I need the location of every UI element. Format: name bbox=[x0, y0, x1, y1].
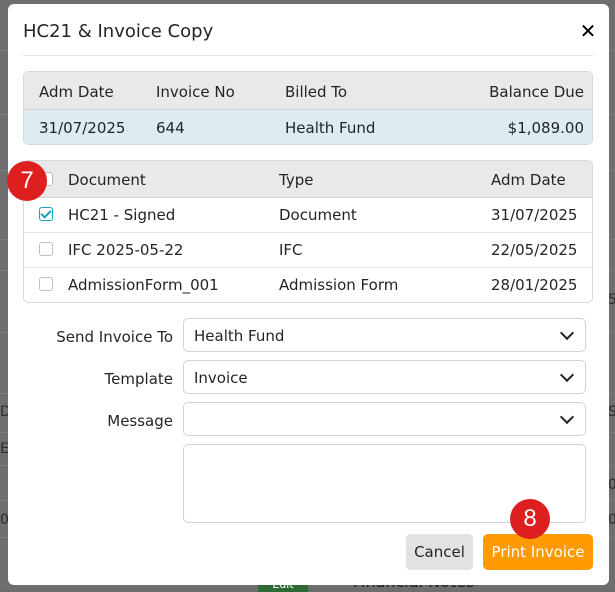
step-badge-7: 7 bbox=[7, 161, 47, 201]
table-row[interactable]: IFC 2025-05-22 IFC 22/05/2025 bbox=[24, 233, 592, 268]
bg-fragment: 5 bbox=[608, 292, 615, 308]
header-adm-date: Adm Date bbox=[39, 83, 114, 101]
row-checkbox[interactable] bbox=[39, 242, 53, 256]
modal-title: HC21 & Invoice Copy bbox=[23, 21, 214, 42]
document-name: HC21 - Signed bbox=[68, 206, 176, 224]
template-select[interactable]: Invoice bbox=[183, 360, 586, 394]
document-adm-date: 28/01/2025 bbox=[491, 276, 578, 294]
header-balance-due: Balance Due bbox=[489, 83, 584, 101]
invoice-billed-to: Health Fund bbox=[285, 119, 376, 137]
documents-table-header: Document Type Adm Date bbox=[24, 161, 592, 198]
header-adm-date: Adm Date bbox=[491, 171, 566, 189]
bg-fragment: 0 bbox=[608, 477, 615, 493]
chevron-down-icon bbox=[559, 409, 575, 425]
row-checkbox[interactable] bbox=[39, 207, 53, 221]
document-adm-date: 31/07/2025 bbox=[491, 206, 578, 224]
header-billed-to: Billed To bbox=[285, 83, 348, 101]
header-invoice-no: Invoice No bbox=[156, 83, 235, 101]
invoice-balance-due: $1,089.00 bbox=[507, 119, 584, 137]
document-type: Admission Form bbox=[279, 276, 399, 294]
template-label: Template bbox=[104, 370, 173, 388]
send-invoice-to-value: Health Fund bbox=[194, 327, 285, 345]
invoice-number: 644 bbox=[156, 119, 185, 137]
documents-table: Document Type Adm Date HC21 - Signed Doc… bbox=[23, 160, 593, 303]
invoice-row[interactable]: 31/07/2025 644 Health Fund $1,089.00 bbox=[24, 110, 592, 144]
row-checkbox[interactable] bbox=[39, 277, 53, 291]
document-type: IFC bbox=[279, 241, 303, 259]
document-type: Document bbox=[279, 206, 357, 224]
invoice-table-header: Adm Date Invoice No Billed To Balance Du… bbox=[24, 72, 592, 110]
message-label: Message bbox=[107, 412, 173, 430]
bg-fragment: S bbox=[608, 404, 615, 420]
header-document: Document bbox=[68, 171, 146, 189]
bg-fragment: 0 bbox=[608, 512, 615, 528]
invoice-summary-table: Adm Date Invoice No Billed To Balance Du… bbox=[23, 71, 593, 145]
table-row[interactable]: HC21 - Signed Document 31/07/2025 bbox=[24, 198, 592, 233]
send-invoice-to-label: Send Invoice To bbox=[56, 328, 173, 346]
step-badge-8: 8 bbox=[510, 499, 550, 539]
document-name: AdmissionForm_001 bbox=[68, 276, 219, 294]
invoice-adm-date: 31/07/2025 bbox=[39, 119, 126, 137]
template-value: Invoice bbox=[194, 369, 248, 387]
message-select[interactable] bbox=[183, 402, 586, 436]
close-icon[interactable]: ✕ bbox=[579, 21, 597, 41]
print-invoice-button[interactable]: Print Invoice bbox=[483, 534, 593, 570]
table-row[interactable]: AdmissionForm_001 Admission Form 28/01/2… bbox=[24, 268, 592, 302]
chevron-down-icon bbox=[559, 325, 575, 341]
chevron-down-icon bbox=[559, 367, 575, 383]
header-type: Type bbox=[279, 171, 314, 189]
cancel-button[interactable]: Cancel bbox=[406, 534, 473, 570]
send-invoice-to-select[interactable]: Health Fund bbox=[183, 318, 586, 352]
document-adm-date: 22/05/2025 bbox=[491, 241, 578, 259]
title-divider bbox=[23, 55, 593, 56]
document-name: IFC 2025-05-22 bbox=[68, 241, 184, 259]
invoice-copy-modal: HC21 & Invoice Copy ✕ Adm Date Invoice N… bbox=[8, 4, 609, 585]
